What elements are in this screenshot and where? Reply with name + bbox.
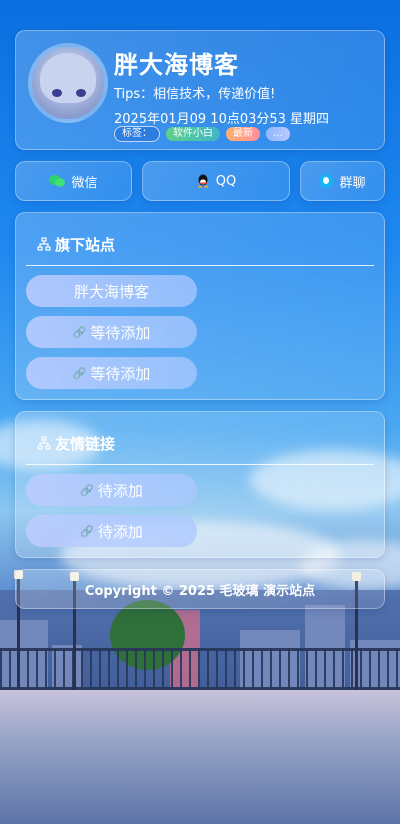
link-icon: 🔗	[72, 325, 87, 339]
friends-section: 友情链接 🔗 待添加 🔗 待添加	[15, 411, 385, 558]
friends-section-title: 友情链接	[55, 434, 116, 453]
contact-buttons: 微信 QQ 群聊	[15, 161, 385, 201]
qq-button[interactable]: QQ	[142, 161, 290, 201]
friend-link-label: 待添加	[97, 522, 143, 541]
group-chat-label: 群聊	[339, 175, 366, 191]
qq-icon	[197, 174, 208, 188]
qq-label: QQ	[215, 173, 237, 189]
sites-section-title: 旗下站点	[55, 235, 116, 254]
link-icon: 🔗	[80, 524, 94, 538]
wechat-label: 微信	[71, 175, 98, 191]
wechat-icon	[49, 175, 66, 187]
site-link-label: 等待添加	[90, 364, 151, 383]
wechat-button[interactable]: 微信	[15, 161, 132, 201]
site-link[interactable]: 🔗 等待添加	[26, 316, 197, 348]
sites-section-header: 旗下站点	[26, 227, 374, 261]
footer: Copyright © 2025 毛玻璃 演示站点	[15, 569, 385, 609]
link-icon: 🔗	[72, 366, 87, 380]
friend-link[interactable]: 🔗 待添加	[26, 474, 197, 506]
friend-link[interactable]: 🔗 待添加	[26, 515, 197, 547]
page-content: 胖大海博客 Tips：相信技术，传递价值! 2025年01月09 10点03分5…	[0, 0, 400, 609]
sitemap-icon	[37, 436, 51, 450]
copyright-text: Copyright © 2025 毛玻璃 演示站点	[84, 583, 316, 599]
section-divider	[26, 464, 374, 465]
sites-section: 旗下站点 胖大海博客 🔗 等待添加 🔗 等待添加	[15, 212, 385, 400]
friend-link-label: 待添加	[97, 481, 143, 500]
current-datetime: 2025年01月09 10点03分53 星期四	[114, 112, 330, 127]
tag-item[interactable]: 最新	[226, 127, 260, 141]
friends-list: 🔗 待添加 🔗 待添加	[26, 474, 374, 547]
site-link-label: 胖大海博客	[73, 282, 149, 301]
tips-text: Tips：相信技术，传递价值!	[114, 87, 276, 102]
tag-item[interactable]: 软件小白	[166, 127, 220, 141]
link-icon: 🔗	[80, 483, 94, 497]
site-link[interactable]: 🔗 等待添加	[26, 357, 197, 389]
site-link-label: 等待添加	[90, 323, 151, 342]
tag-item[interactable]: …	[266, 127, 290, 141]
friends-section-header: 友情链接	[26, 426, 374, 460]
site-link[interactable]: 胖大海博客	[26, 275, 197, 307]
tag-label: 标签：	[114, 126, 160, 142]
group-chat-button[interactable]: 群聊	[300, 161, 385, 201]
sitemap-icon	[37, 237, 51, 251]
avatar[interactable]	[28, 43, 108, 123]
site-name: 胖大海博客	[114, 51, 239, 79]
tag-list: 标签： 软件小白 最新 …	[114, 126, 290, 142]
sites-list: 胖大海博客 🔗 等待添加 🔗 等待添加	[26, 275, 374, 389]
section-divider	[26, 265, 374, 266]
profile-card: 胖大海博客 Tips：相信技术，传递价值! 2025年01月09 10点03分5…	[15, 30, 385, 150]
group-chat-icon	[319, 174, 334, 188]
